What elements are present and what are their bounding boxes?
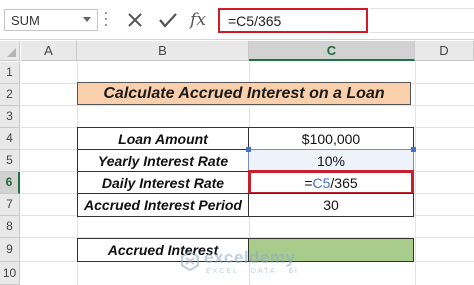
row-header-9[interactable]: 9 [0, 238, 20, 262]
row-header-3[interactable]: 3 [0, 106, 20, 128]
row-header-4[interactable]: 4 [0, 128, 20, 150]
cancel-icon[interactable] [123, 6, 147, 34]
cell-reference-c5: C5 [312, 174, 331, 191]
name-box-value: SUM [11, 13, 40, 28]
column-header-d[interactable]: D [415, 41, 474, 61]
name-box[interactable]: SUM [4, 9, 98, 31]
select-all-corner[interactable] [0, 41, 20, 61]
sheet-title-cell[interactable]: Calculate Accrued Interest on a Loan [77, 82, 411, 105]
active-cell-c6[interactable]: = C5/365 [248, 170, 414, 195]
enter-icon[interactable] [156, 6, 180, 34]
row-header-7[interactable]: 7 [0, 194, 20, 216]
row-header-5[interactable]: 5 [0, 150, 20, 172]
value-yearly-interest-rate[interactable]: 10% [248, 149, 414, 172]
column-header-b[interactable]: B [77, 41, 249, 61]
drag-handle-icon[interactable] [103, 12, 109, 28]
value-loan-amount[interactable]: $100,000 [248, 127, 414, 150]
column-header-a[interactable]: A [21, 41, 77, 61]
watermark-tagline: EXCEL · DATA · BI [206, 268, 299, 275]
formula-input[interactable]: =C5/365 [218, 8, 368, 33]
row-header-10[interactable]: 10 [0, 262, 20, 285]
label-yearly-interest-rate[interactable]: Yearly Interest Rate [77, 149, 249, 172]
exceldemy-watermark: exceldemy EXCEL · DATA · BI [180, 247, 380, 277]
label-loan-amount[interactable]: Loan Amount [77, 127, 249, 150]
chevron-down-icon[interactable] [83, 17, 91, 22]
formula-input-extension[interactable] [370, 8, 474, 33]
row-header-2[interactable]: 2 [0, 84, 20, 106]
value-accrued-interest-period[interactable]: 30 [248, 193, 414, 217]
label-daily-interest-rate[interactable]: Daily Interest Rate [77, 171, 249, 194]
row-header-1[interactable]: 1 [0, 62, 20, 84]
row-header-6[interactable]: 6 [0, 172, 20, 194]
exceldemy-logo-icon [181, 251, 199, 271]
fx-icon[interactable]: fx [186, 6, 210, 34]
column-header-c[interactable]: C [249, 41, 415, 61]
watermark-name: exceldemy [204, 248, 296, 267]
row-header-8[interactable]: 8 [0, 216, 20, 238]
label-accrued-interest-period[interactable]: Accrued Interest Period [77, 193, 249, 217]
formula-divisor: /365 [330, 174, 358, 191]
formula-bar: SUM fx =C5/365 [0, 0, 474, 40]
formula-equals: = [304, 174, 313, 191]
reference-handle[interactable] [246, 147, 251, 152]
reference-handle[interactable] [411, 147, 416, 152]
